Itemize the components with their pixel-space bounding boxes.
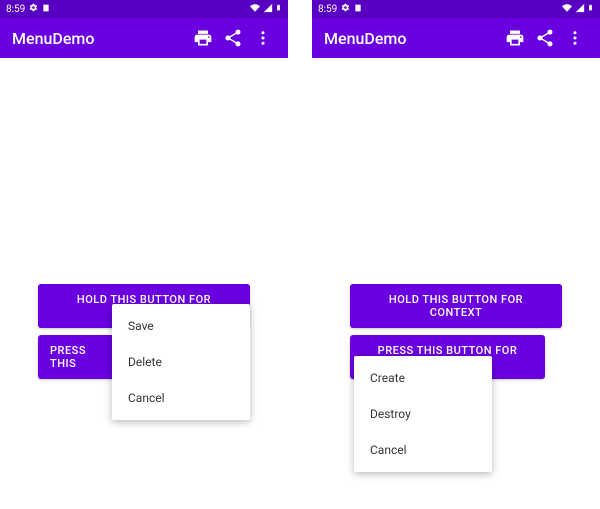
popup-menu: Create Destroy Cancel [354, 356, 492, 472]
status-bar: 8:59 [312, 0, 600, 18]
wifi-icon [249, 3, 261, 16]
context-menu-item-cancel[interactable]: Cancel [112, 380, 250, 416]
card-icon [354, 3, 362, 16]
status-time: 8:59 [318, 4, 337, 15]
popup-button[interactable]: PRESS THIS [38, 335, 118, 379]
popup-menu-item-create[interactable]: Create [354, 360, 492, 396]
print-icon[interactable] [188, 23, 218, 53]
signal-icon [575, 3, 585, 16]
popup-menu-item-cancel[interactable]: Cancel [354, 432, 492, 468]
screen-left: 8:59 MenuDemo [0, 0, 288, 509]
context-button[interactable]: HOLD THIS BUTTON FOR CONTEXT [350, 284, 562, 328]
content-area: HOLD THIS BUTTON FOR CONTEXT PRESS THIS [0, 58, 288, 509]
battery-icon [587, 2, 594, 16]
card-icon [42, 3, 50, 16]
status-time: 8:59 [6, 4, 25, 15]
overflow-icon[interactable] [248, 23, 278, 53]
share-icon[interactable] [530, 23, 560, 53]
status-bar: 8:59 [0, 0, 288, 18]
gear-icon [29, 3, 38, 15]
signal-icon [263, 3, 273, 16]
context-menu: Save Delete Cancel [112, 304, 250, 420]
context-menu-item-save[interactable]: Save [112, 308, 250, 344]
app-title: MenuDemo [10, 29, 94, 48]
app-bar: MenuDemo [0, 18, 288, 58]
print-icon[interactable] [500, 23, 530, 53]
overflow-icon[interactable] [560, 23, 590, 53]
popup-menu-item-destroy[interactable]: Destroy [354, 396, 492, 432]
app-bar: MenuDemo [312, 18, 600, 58]
app-title: MenuDemo [322, 29, 406, 48]
battery-icon [275, 2, 282, 16]
wifi-icon [561, 3, 573, 16]
share-icon[interactable] [218, 23, 248, 53]
context-menu-item-delete[interactable]: Delete [112, 344, 250, 380]
gear-icon [341, 3, 350, 15]
